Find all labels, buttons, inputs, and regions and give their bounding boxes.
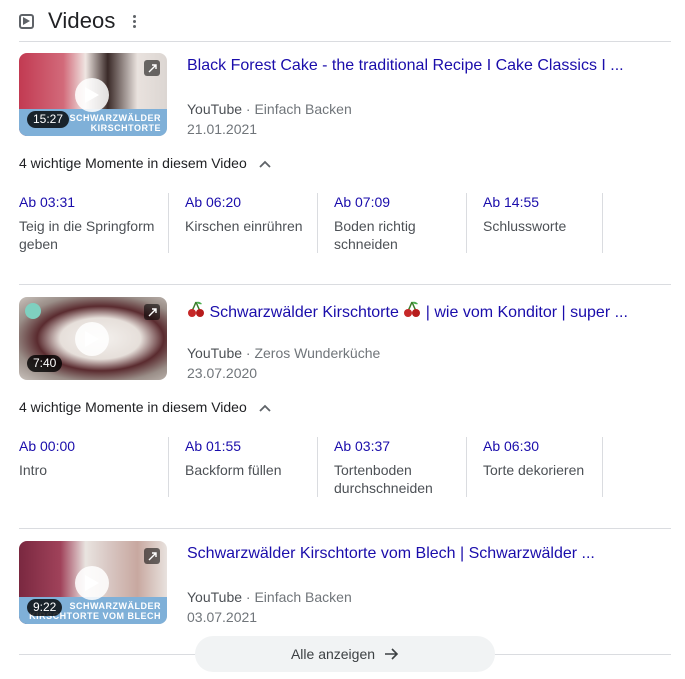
cherry-icon xyxy=(403,301,421,324)
video-title-link[interactable]: Schwarzwälder Kirschtorte | wie vom Kond… xyxy=(187,301,628,324)
video-title-main: Schwarzwälder Kirschtorte xyxy=(209,304,399,321)
video-thumbnail[interactable]: Schwarzwälder Kirschtorte vom Blech 9:22 xyxy=(19,541,167,624)
videos-header: Videos xyxy=(19,6,140,36)
key-moment[interactable]: Ab 00:00 Intro xyxy=(19,437,168,497)
expand-icon xyxy=(144,548,160,564)
moment-label: Torte dekorieren xyxy=(483,462,585,478)
divider xyxy=(19,284,671,285)
arrow-right-icon xyxy=(385,648,399,660)
play-icon xyxy=(75,322,109,356)
show-all-button[interactable]: Alle anzeigen xyxy=(195,636,495,672)
moment-label: Schlussworte xyxy=(483,218,567,234)
expand-icon xyxy=(144,60,160,76)
video-duration: 15:27 xyxy=(27,111,70,128)
moment-label: Kirschen einrühren xyxy=(185,218,303,234)
moment-time: Ab 14:55 xyxy=(483,194,540,210)
key-moments-toggle[interactable]: 4 wichtige Momente in diesem Video xyxy=(19,399,271,415)
video-duration: 7:40 xyxy=(27,355,63,372)
divider xyxy=(19,528,671,529)
key-moment[interactable]: Ab 06:30 Torte dekorieren xyxy=(466,437,603,497)
video-thumbnail[interactable]: Schwarzwälder Kirschtorte 15:27 xyxy=(19,53,167,136)
play-icon xyxy=(75,566,109,600)
key-moments-label: 4 wichtige Momente in diesem Video xyxy=(19,399,247,415)
video-date: 21.01.2021 xyxy=(187,121,258,137)
channel-logo xyxy=(25,303,41,319)
moment-time: Ab 00:00 xyxy=(19,438,76,454)
key-moments-list: Ab 03:31 Teig in die Springform geben Ab… xyxy=(19,193,603,253)
source-name: YouTube xyxy=(187,101,243,117)
show-all-label: Alle anzeigen xyxy=(290,646,376,662)
key-moment[interactable]: Ab 03:37 Tortenboden durchschneiden xyxy=(317,437,466,497)
video-source: YouTube · Einfach Backen xyxy=(187,589,352,605)
moment-time: Ab 03:37 xyxy=(334,438,391,454)
video-thumbnail[interactable]: 7:40 xyxy=(19,297,167,380)
chevron-up-icon xyxy=(259,155,271,171)
moment-time: Ab 03:31 xyxy=(19,194,76,210)
video-date: 23.07.2020 xyxy=(187,365,258,381)
video-title-rest: | wie vom Konditor | super ... xyxy=(425,304,628,321)
video-source: YouTube · Einfach Backen xyxy=(187,101,352,117)
video-title-link[interactable]: Black Forest Cake - the traditional Reci… xyxy=(187,57,624,75)
key-moment[interactable]: Ab 01:55 Backform füllen xyxy=(168,437,317,497)
moment-label: Boden richtig schneiden xyxy=(334,218,416,252)
section-title: Videos xyxy=(48,8,116,33)
chevron-up-icon xyxy=(259,399,271,415)
key-moment[interactable]: Ab 14:55 Schlussworte xyxy=(466,193,603,253)
moment-time: Ab 01:55 xyxy=(185,438,242,454)
source-name: YouTube xyxy=(187,345,243,361)
moment-label: Teig in die Springform geben xyxy=(19,218,155,252)
moment-time: Ab 06:30 xyxy=(483,438,540,454)
channel-name: Einfach Backen xyxy=(254,101,352,117)
moment-label: Intro xyxy=(19,462,48,478)
video-play-icon xyxy=(19,13,34,29)
source-name: YouTube xyxy=(187,589,243,605)
expand-icon xyxy=(144,304,160,320)
video-duration: 9:22 xyxy=(27,599,63,616)
channel-name: Zeros Wunderküche xyxy=(254,345,381,361)
video-title-link[interactable]: Schwarzwälder Kirschtorte vom Blech | Sc… xyxy=(187,545,595,563)
key-moments-toggle[interactable]: 4 wichtige Momente in diesem Video xyxy=(19,155,271,171)
more-vert-icon[interactable] xyxy=(129,13,140,30)
key-moment[interactable]: Ab 03:31 Teig in die Springform geben xyxy=(19,193,168,253)
moment-time: Ab 06:20 xyxy=(185,194,242,210)
key-moment[interactable]: Ab 07:09 Boden richtig schneiden xyxy=(317,193,466,253)
cherry-icon xyxy=(187,301,205,324)
divider xyxy=(19,41,671,42)
moment-time: Ab 07:09 xyxy=(334,194,391,210)
video-source: YouTube · Zeros Wunderküche xyxy=(187,345,381,361)
key-moments-list: Ab 00:00 Intro Ab 01:55 Backform füllen … xyxy=(19,437,603,497)
key-moment[interactable]: Ab 06:20 Kirschen einrühren xyxy=(168,193,317,253)
moment-label: Tortenboden durchschneiden xyxy=(334,462,433,496)
key-moments-label: 4 wichtige Momente in diesem Video xyxy=(19,155,247,171)
channel-name: Einfach Backen xyxy=(254,589,352,605)
play-icon xyxy=(75,78,109,112)
moment-label: Backform füllen xyxy=(185,462,282,478)
video-date: 03.07.2021 xyxy=(187,609,258,625)
